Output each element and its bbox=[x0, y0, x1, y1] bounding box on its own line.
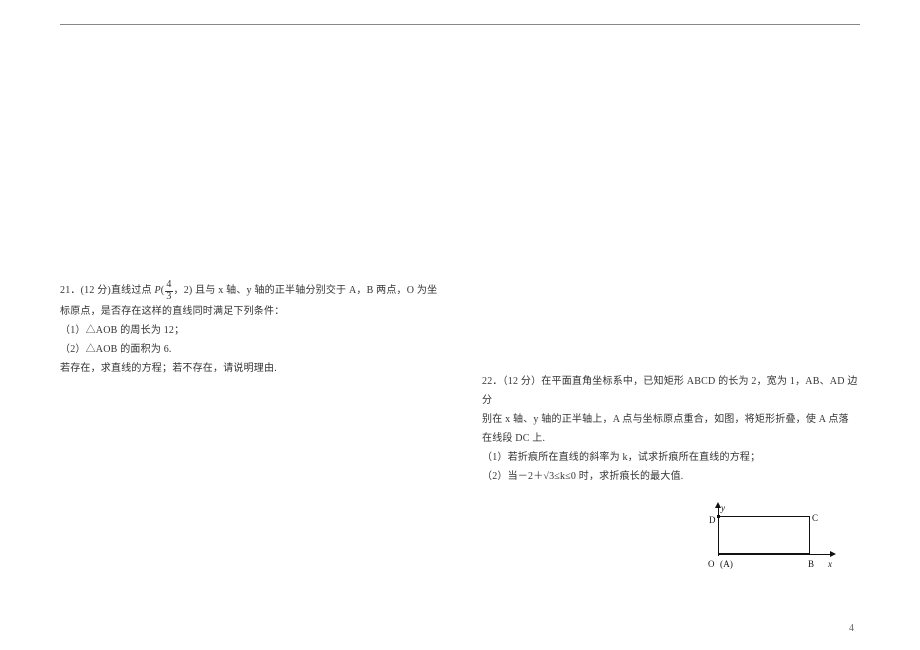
page-number: 4 bbox=[849, 623, 854, 634]
vertex-label-a: (A) bbox=[720, 556, 733, 573]
document-page: 21．(12 分)直线过点 P(43，2) 且与 x 轴、y 轴的正半轴分别交于… bbox=[0, 0, 920, 650]
q22-block: 22．（12 分）在平面直角坐标系中，已知矩形 ABCD 的长为 2，宽为 1，… bbox=[482, 372, 860, 566]
axis-label-y: y bbox=[721, 500, 725, 517]
two-column-layout: 21．(12 分)直线过点 P(43，2) 且与 x 轴、y 轴的正半轴分别交于… bbox=[60, 280, 860, 566]
sqrt3: √3 bbox=[543, 467, 554, 486]
q21-line2: 标原点，是否存在这样的直线同时满足下列条件： bbox=[60, 302, 438, 321]
q21-head-a: 21．(12 分)直线过点 bbox=[60, 285, 154, 296]
column-left: 21．(12 分)直线过点 P(43，2) 且与 x 轴、y 轴的正半轴分别交于… bbox=[60, 280, 438, 566]
q22-line3: 在线段 DC 上. bbox=[482, 429, 860, 448]
q21-after-comma: ，2) bbox=[174, 285, 193, 296]
q21-cond1: （1）△AOB 的周长为 12； bbox=[60, 321, 438, 340]
origin-label-o: O bbox=[708, 556, 715, 573]
q22-part1: （1）若折痕所在直线的斜率为 k，试求折痕所在直线的方程； bbox=[482, 448, 860, 467]
q22-part2-a: （2）当－2＋ bbox=[482, 471, 543, 482]
q21-head-b: 且与 x 轴、y 轴的正半轴分别交于 A，B 两点，O 为坐 bbox=[195, 285, 437, 296]
rectangle-abcd bbox=[718, 516, 810, 554]
axis-label-x: x bbox=[828, 556, 832, 573]
q21-cond2: （2）△AOB 的面积为 6. bbox=[60, 340, 438, 359]
vertex-label-b: B bbox=[808, 556, 814, 573]
vertex-label-c: C bbox=[812, 510, 818, 527]
column-right: 22．（12 分）在平面直角坐标系中，已知矩形 ABCD 的长为 2，宽为 1，… bbox=[482, 280, 860, 566]
q22-line1: 22．（12 分）在平面直角坐标系中，已知矩形 ABCD 的长为 2，宽为 1，… bbox=[482, 372, 860, 410]
q22-part2: （2）当－2＋√3≤k≤0 时，求折痕长的最大值. bbox=[482, 467, 860, 486]
top-rule bbox=[60, 24, 860, 25]
q22-line2: 别在 x 轴、y 轴的正半轴上，A 点与坐标原点重合，如图，将矩形折叠，使 A … bbox=[482, 410, 860, 429]
q21-frac-num: 4 bbox=[165, 280, 172, 292]
q22-part2-b: ≤k≤0 时，求折痕长的最大值. bbox=[554, 471, 683, 482]
figure-rectangle-axes: y D C O (A) B x bbox=[696, 504, 834, 566]
q21-frac-den: 3 bbox=[165, 292, 172, 303]
q21-frac: 43 bbox=[164, 280, 173, 302]
q21-line1: 21．(12 分)直线过点 P(43，2) 且与 x 轴、y 轴的正半轴分别交于… bbox=[60, 280, 438, 302]
vertex-d-dot-icon bbox=[717, 515, 720, 518]
figure-wrap: y D C O (A) B x bbox=[482, 504, 860, 566]
q21-tail: 若存在，求直线的方程；若不存在，请说明理由. bbox=[60, 359, 438, 378]
vertex-label-d: D bbox=[709, 512, 716, 529]
x-axis bbox=[718, 554, 832, 555]
